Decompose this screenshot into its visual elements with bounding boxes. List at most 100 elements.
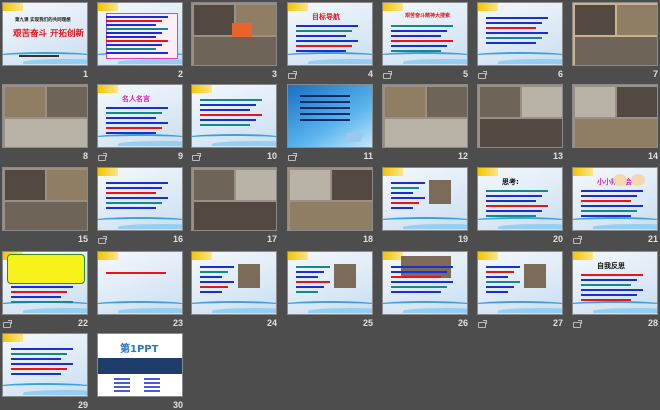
slide-thumbnail-28[interactable]: 自我反思 [572,251,658,315]
slide-photo [522,87,562,117]
slide-thumbnail-5[interactable]: 艰苦奋斗精神大搜索 [382,2,468,66]
slide-number: 30 [172,400,183,410]
slide-text-line [391,202,419,204]
slide-decoration [344,133,364,142]
slide-thumbnail-2[interactable]: 话题导入 [97,2,183,66]
slide-thumbnail-16[interactable] [97,167,183,231]
animation-indicator-icon[interactable] [288,71,297,79]
slide-thumbnail-17[interactable] [191,167,277,231]
slide-text-line [296,271,324,273]
slide-number: 17 [266,234,277,244]
slide-text-line [200,114,262,116]
slide-thumbnail-22[interactable] [2,251,88,315]
slide-number: 26 [457,318,468,328]
slide-thumbnail-20[interactable]: 思考: [477,167,563,231]
slide-text-line [114,390,130,392]
slide-thumbnail-27[interactable] [477,251,563,315]
slide-number: 5 [462,69,468,79]
animation-indicator-icon[interactable] [98,236,107,244]
slide-wave-decoration [23,59,87,64]
animation-indicator-icon[interactable] [192,153,201,161]
animation-indicator-icon[interactable] [478,320,487,328]
slide-text-line [106,197,168,199]
slide-text-line [296,30,352,32]
slide-text-line [300,101,350,103]
slide-text-line [11,291,67,293]
slide-photo [5,202,87,230]
slide-number: 7 [652,69,658,79]
slide-title-tag [98,85,118,93]
slide-thumbnail-6[interactable] [477,2,563,66]
slide-text-line [391,30,447,32]
animation-indicator-icon[interactable] [573,236,582,244]
slide-text-line [581,210,637,212]
slide-text-line [486,276,508,278]
slide-thumbnail-13[interactable] [477,84,563,148]
slide-text-line [486,291,508,293]
slide-text-line [581,190,643,192]
slide-text-line [391,45,447,47]
slide-text-line [106,192,156,194]
slide-thumbnail-12[interactable] [382,84,468,148]
slide-thumbnail-24[interactable] [191,251,277,315]
animation-indicator-icon[interactable] [478,71,487,79]
slide-text-line [296,286,324,288]
animation-indicator-icon[interactable] [573,320,582,328]
slide-text-line [486,215,536,217]
slide-wave-decoration [308,308,372,313]
slide-thumbnail-14[interactable] [572,84,658,148]
slide-thumbnail-4[interactable]: 目标导航 [287,2,373,66]
slide-thumbnail-7[interactable] [572,2,658,66]
slide-text-line [486,22,542,24]
slide-thumbnail-10[interactable] [191,84,277,148]
slide-text-line [486,266,520,268]
slide-thumbnail-26[interactable] [382,251,468,315]
slide-text-line [486,281,520,283]
slide-text-line [106,272,166,274]
slide-photo [480,87,520,117]
slide-text-line [106,117,156,119]
slide-photo [47,170,87,200]
slide-thumbnail-3[interactable] [191,2,277,66]
slide-text-line [486,195,542,197]
slide-title-tag [383,168,403,176]
slide-text-line [200,104,256,106]
slide-text-line [106,48,156,50]
slide-number: 18 [362,234,373,244]
slide-number: 20 [552,234,563,244]
slide-text-line [106,112,162,114]
slide-thumbnail-25[interactable] [287,251,373,315]
animation-indicator-icon[interactable] [383,71,392,79]
slide-thumbnail-19[interactable] [382,167,468,231]
slide-thumbnail-8[interactable] [2,84,88,148]
slide-thumbnail-9[interactable]: 名人名言 [97,84,183,148]
slide-text-line [11,353,67,355]
slide-text-line [106,32,162,34]
slide-text-line [300,107,350,109]
slide-thumbnail-15[interactable] [2,167,88,231]
slide-photo [617,87,657,117]
slide-text-line [391,25,453,27]
slide-text-line [296,45,352,47]
slide-photo [575,119,657,147]
slide-thumbnail-1[interactable]: 第九课 实现我们的共同理想 艰苦奋斗 开拓创新 [2,2,88,66]
slide-thumbnail-18[interactable] [287,167,373,231]
slide-text-line [391,192,413,194]
slide-text-line [200,286,228,288]
slide-text-line [11,373,61,375]
slide-thumbnail-29[interactable] [2,333,88,397]
slide-title-tag [383,252,403,260]
slide-text-line [296,40,358,42]
slide-title-tag [3,334,23,342]
animation-indicator-icon[interactable] [98,153,107,161]
slide-number: 10 [266,151,277,161]
slide-text-line [106,20,162,22]
slide-thumbnail-23[interactable] [97,251,183,315]
slide-photo [194,37,276,65]
animation-indicator-icon[interactable] [288,153,297,161]
slide-thumbnail-30[interactable]: 第1PPT [97,333,183,397]
animation-indicator-icon[interactable] [3,320,12,328]
slide-text-line [200,109,250,111]
slide-thumbnail-11[interactable] [287,84,373,148]
slide-thumbnail-21[interactable]: 小小辩论会 [572,167,658,231]
